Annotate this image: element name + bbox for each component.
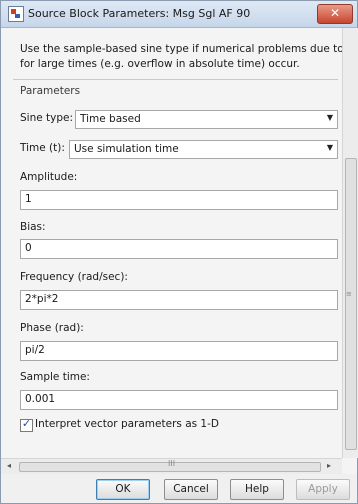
phase-field[interactable]: pi/2 bbox=[20, 341, 338, 361]
vertical-scroll-thumb[interactable] bbox=[345, 158, 357, 450]
chevron-down-icon: ▼ bbox=[326, 143, 333, 152]
phase-label: Phase (rad): bbox=[20, 322, 84, 334]
description-line-1: Use the sample-based sine type if numeri… bbox=[20, 43, 342, 55]
sample-time-label: Sample time: bbox=[20, 371, 90, 383]
chevron-down-icon: ▼ bbox=[326, 113, 333, 122]
separator bbox=[13, 79, 338, 80]
interpret-vector-label[interactable]: Interpret vector parameters as 1-D bbox=[35, 418, 219, 430]
checkmark-icon: ✓ bbox=[21, 417, 32, 430]
bias-value: 0 bbox=[25, 242, 32, 254]
block-icon bbox=[8, 6, 24, 22]
sample-time-value: 0.001 bbox=[25, 393, 56, 405]
time-label: Time (t): bbox=[20, 142, 65, 154]
bias-label: Bias: bbox=[20, 221, 46, 233]
scroll-left-icon[interactable]: ◂ bbox=[7, 461, 11, 470]
interpret-vector-checkbox[interactable]: ✓ bbox=[20, 417, 33, 432]
apply-button[interactable]: Apply bbox=[296, 479, 350, 500]
bias-field[interactable]: 0 bbox=[20, 239, 338, 259]
scroll-grip-icon: III bbox=[168, 459, 176, 468]
close-button[interactable]: ✕ bbox=[317, 4, 353, 24]
ok-button[interactable]: OK bbox=[96, 479, 150, 500]
window-title: Source Block Parameters: Msg Sgl AF 90 bbox=[28, 7, 251, 20]
cancel-button[interactable]: Cancel bbox=[164, 479, 218, 500]
sine-type-value: Time based bbox=[80, 113, 141, 125]
frequency-label: Frequency (rad/sec): bbox=[20, 271, 128, 283]
amplitude-field[interactable]: 1 bbox=[20, 190, 338, 210]
close-icon: ✕ bbox=[329, 6, 341, 20]
sine-type-label: Sine type: bbox=[20, 112, 74, 124]
dialog-button-bar: OK Cancel Help Apply bbox=[1, 474, 357, 503]
parameters-heading: Parameters bbox=[20, 85, 81, 97]
phase-value: pi/2 bbox=[25, 344, 45, 356]
frequency-value: 2*pi*2 bbox=[25, 293, 59, 305]
title-bar[interactable]: Source Block Parameters: Msg Sgl AF 90 ✕ bbox=[1, 1, 357, 28]
scroll-grip-icon: ≡ bbox=[346, 290, 352, 298]
block-description: Use the sample-based sine type if numeri… bbox=[20, 42, 342, 72]
vertical-scrollbar[interactable]: ≡ bbox=[342, 28, 358, 458]
sample-time-field[interactable]: 0.001 bbox=[20, 390, 338, 410]
description-line-2: for large times (e.g. overflow in absolu… bbox=[20, 58, 300, 70]
help-button[interactable]: Help bbox=[230, 479, 284, 500]
amplitude-value: 1 bbox=[25, 193, 32, 205]
horizontal-scroll-thumb[interactable]: III bbox=[19, 459, 321, 472]
parameters-panel: Use the sample-based sine type if numeri… bbox=[1, 28, 342, 458]
time-dropdown[interactable]: Use simulation time ▼ bbox=[69, 140, 338, 159]
amplitude-label: Amplitude: bbox=[20, 171, 78, 183]
dialog-window: Source Block Parameters: Msg Sgl AF 90 ✕… bbox=[0, 0, 358, 504]
scroll-right-icon[interactable]: ▸ bbox=[327, 461, 331, 470]
horizontal-scrollbar[interactable]: ◂ III ▸ bbox=[1, 458, 342, 474]
time-value: Use simulation time bbox=[74, 143, 179, 155]
frequency-field[interactable]: 2*pi*2 bbox=[20, 290, 338, 310]
sine-type-dropdown[interactable]: Time based ▼ bbox=[75, 110, 338, 129]
